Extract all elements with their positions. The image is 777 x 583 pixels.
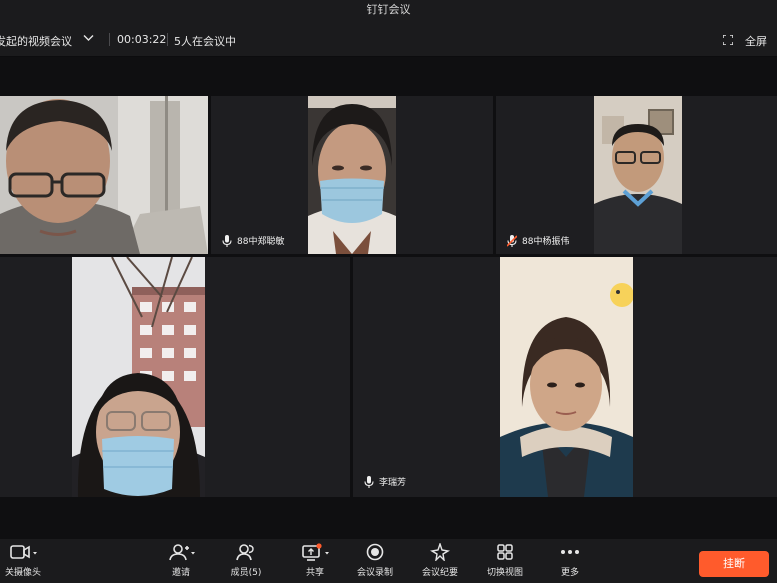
fullscreen-button[interactable]: 全屏	[745, 33, 767, 49]
window-title-bar: 钉钉会议	[0, 0, 777, 22]
fullscreen-icon[interactable]	[723, 35, 733, 45]
camera-button[interactable]: 关摄像头	[2, 543, 44, 578]
participant-name-tag: 李瑞芳	[364, 475, 406, 488]
chevron-down-icon[interactable]	[83, 34, 94, 42]
participant-name: 88中杨振伟	[522, 237, 570, 247]
participant-name-tag: 88中郑聪敏	[222, 234, 284, 247]
meeting-timer: 00:03:22	[117, 33, 167, 46]
participant-tile-3[interactable]: 88中杨振伟	[496, 96, 777, 254]
meeting-toolbar: 关摄像头 邀请 成员(5) 共享 会议录制 会议纪要 切换视图 更多 挂断	[0, 539, 777, 583]
participant-name-tag: 88中杨振伟	[507, 234, 569, 247]
participant-video	[0, 96, 208, 254]
record-button-label: 会议录制	[356, 568, 393, 578]
divider	[109, 33, 110, 46]
sparkle-icon	[430, 543, 450, 561]
meeting-minutes-button[interactable]: 会议纪要	[418, 543, 462, 578]
camera-icon	[10, 545, 37, 559]
grid-view-icon	[497, 544, 513, 560]
record-icon	[366, 543, 384, 561]
participant-tile-5[interactable]: 李瑞芳	[353, 257, 777, 497]
members-button[interactable]: 成员(5)	[226, 543, 266, 578]
invite-button-label: 邀请	[171, 568, 190, 578]
hangup-button[interactable]: 挂断	[699, 551, 769, 577]
participant-tile-1[interactable]	[0, 96, 208, 254]
microphone-icon	[222, 234, 232, 247]
record-button[interactable]: 会议录制	[354, 543, 396, 578]
video-grid: 88中郑聪敏 88中杨振伟 李瑞芳	[0, 57, 777, 539]
add-user-icon	[169, 544, 195, 561]
members-button-label: 成员(5)	[230, 568, 262, 578]
invite-button[interactable]: 邀请	[164, 543, 198, 578]
share-button[interactable]: 共享	[298, 543, 332, 578]
divider	[167, 33, 168, 46]
participant-video	[308, 96, 396, 254]
participant-tile-2[interactable]: 88中郑聪敏	[211, 96, 493, 254]
more-button[interactable]: 更多	[556, 543, 584, 578]
participant-tile-4[interactable]	[0, 257, 350, 497]
meeting-minutes-label: 会议纪要	[421, 568, 458, 578]
microphone-muted-icon	[507, 234, 517, 247]
share-button-label: 共享	[305, 568, 324, 578]
meeting-name[interactable]: 发起的视频会议	[0, 33, 72, 49]
switch-view-label: 切换视图	[486, 568, 523, 578]
meeting-info-bar: 发起的视频会议 00:03:22 5人在会议中 全屏	[0, 22, 777, 57]
switch-view-button[interactable]: 切换视图	[484, 543, 526, 578]
more-icon	[561, 550, 579, 554]
camera-button-label: 关摄像头	[4, 568, 41, 578]
participant-count: 5人在会议中	[174, 35, 236, 48]
screen-share-icon	[302, 543, 329, 561]
users-icon	[236, 544, 254, 561]
microphone-icon	[364, 475, 374, 488]
participant-video	[72, 257, 205, 497]
more-button-label: 更多	[560, 568, 579, 578]
participant-name: 88中郑聪敏	[237, 237, 285, 247]
participant-name: 李瑞芳	[379, 478, 407, 488]
window-title: 钉钉会议	[366, 3, 411, 16]
participant-video	[500, 257, 633, 497]
participant-video	[594, 96, 682, 254]
